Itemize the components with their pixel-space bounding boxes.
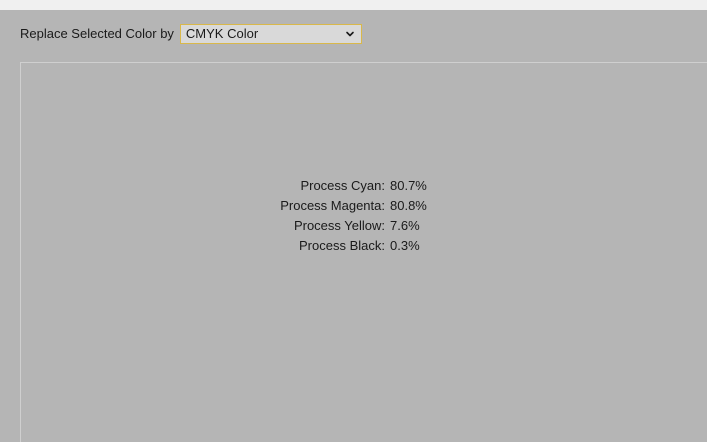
process-yellow-label: Process Yellow:: [293, 218, 385, 233]
header-row: Replace Selected Color by CMYK Color: [20, 22, 362, 46]
color-mode-select[interactable]: CMYK Color: [179, 24, 362, 44]
color-mode-select-value: CMYK Color: [185, 26, 259, 41]
process-magenta-label: Process Magenta:: [280, 198, 385, 213]
color-info-row-magenta: Process Magenta: 80.8%: [21, 196, 707, 216]
chevron-down-icon: [346, 31, 354, 37]
color-info-panel: Process Cyan: 80.7% Process Magenta: 80.…: [20, 62, 707, 442]
dialog-window: Replace Selected Color by CMYK Color Pro…: [0, 0, 707, 442]
process-black-label: Process Black:: [299, 238, 385, 253]
top-strip: [0, 0, 707, 10]
color-info-list: Process Cyan: 80.7% Process Magenta: 80.…: [21, 176, 707, 256]
process-yellow-value: 7.6%: [390, 218, 420, 233]
process-magenta-value: 80.8%: [390, 198, 427, 213]
replace-color-label: Replace Selected Color by: [20, 26, 174, 41]
color-info-row-yellow: Process Yellow: 7.6%: [21, 216, 707, 236]
color-info-row-black: Process Black: 0.3%: [21, 236, 707, 256]
color-info-row-cyan: Process Cyan: 80.7%: [21, 176, 707, 196]
process-cyan-label: Process Cyan:: [300, 178, 385, 193]
process-black-value: 0.3%: [390, 238, 420, 253]
process-cyan-value: 80.7%: [390, 178, 427, 193]
